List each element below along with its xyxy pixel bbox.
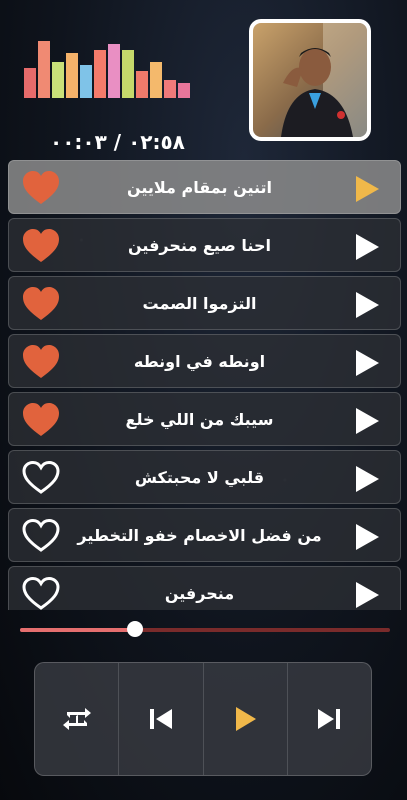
track-title: منحرفين <box>164 584 235 603</box>
repeat-one-icon <box>62 708 91 730</box>
track-title: التزموا الصمت <box>142 294 257 313</box>
equalizer-bar <box>38 41 50 98</box>
equalizer-bar <box>94 50 106 98</box>
heart-outline-icon[interactable] <box>21 460 61 496</box>
track-row[interactable]: احنا صيع منحرفين <box>8 218 401 272</box>
track-row[interactable]: سيبك من اللي خلع <box>8 392 401 446</box>
next-icon <box>318 709 341 729</box>
play-icon[interactable] <box>354 523 380 551</box>
play-icon <box>236 707 257 731</box>
track-row[interactable]: التزموا الصمت <box>8 276 401 330</box>
artist-photo <box>253 23 367 137</box>
seek-bar-progress <box>20 628 135 632</box>
track-row[interactable]: من فضل الاخصام خفو التخطير <box>8 508 401 562</box>
time-display: ٠٢:٥٨ / ٠٠:٠٣ <box>50 130 185 154</box>
track-title: احنا صيع منحرفين <box>128 236 271 255</box>
repeat-button[interactable] <box>35 663 120 775</box>
previous-icon <box>149 709 172 729</box>
heart-outline-icon[interactable] <box>21 518 61 554</box>
play-icon[interactable] <box>354 175 380 203</box>
track-row[interactable]: منحرفين <box>8 566 401 610</box>
equalizer-bar <box>108 44 120 98</box>
equalizer-bar <box>136 71 148 98</box>
track-row[interactable]: اونطه في اونطه <box>8 334 401 388</box>
play-pause-button[interactable] <box>204 663 288 775</box>
play-icon[interactable] <box>354 349 380 377</box>
equalizer-bar <box>80 65 92 98</box>
heart-outline-icon[interactable] <box>21 576 61 610</box>
track-title: اونطه في اونطه <box>133 352 266 371</box>
equalizer-bar <box>52 62 64 98</box>
track-title: قلبي لا محبتكش <box>134 468 265 487</box>
play-icon[interactable] <box>354 291 380 319</box>
heart-filled-icon[interactable] <box>21 344 61 380</box>
play-icon[interactable] <box>354 581 380 609</box>
track-title: سيبك من اللي خلع <box>125 410 274 429</box>
play-icon[interactable] <box>354 407 380 435</box>
track-title: اتنين بمقام ملايين <box>126 178 273 197</box>
equalizer-visualizer <box>24 38 196 98</box>
equalizer-bar <box>24 68 36 98</box>
seek-bar-thumb[interactable] <box>127 621 143 637</box>
album-art <box>249 19 371 141</box>
heart-filled-icon[interactable] <box>21 170 61 206</box>
track-row[interactable]: قلبي لا محبتكش <box>8 450 401 504</box>
equalizer-bar <box>66 53 78 98</box>
track-list[interactable]: اتنين بمقام ملايين احنا صيع منحرفين التزمو… <box>8 160 401 610</box>
heart-filled-icon[interactable] <box>21 402 61 438</box>
heart-filled-icon[interactable] <box>21 286 61 322</box>
equalizer-bar <box>122 50 134 98</box>
equalizer-bar <box>150 62 162 98</box>
equalizer-bar <box>178 83 190 98</box>
playback-controls <box>34 662 372 776</box>
equalizer-bar <box>164 80 176 98</box>
next-button[interactable] <box>288 663 371 775</box>
play-icon[interactable] <box>354 465 380 493</box>
track-title: من فضل الاخصام خفو التخطير <box>77 526 322 545</box>
heart-filled-icon[interactable] <box>21 228 61 264</box>
previous-button[interactable] <box>119 663 204 775</box>
track-row[interactable]: اتنين بمقام ملايين <box>8 160 401 214</box>
play-icon[interactable] <box>354 233 380 261</box>
